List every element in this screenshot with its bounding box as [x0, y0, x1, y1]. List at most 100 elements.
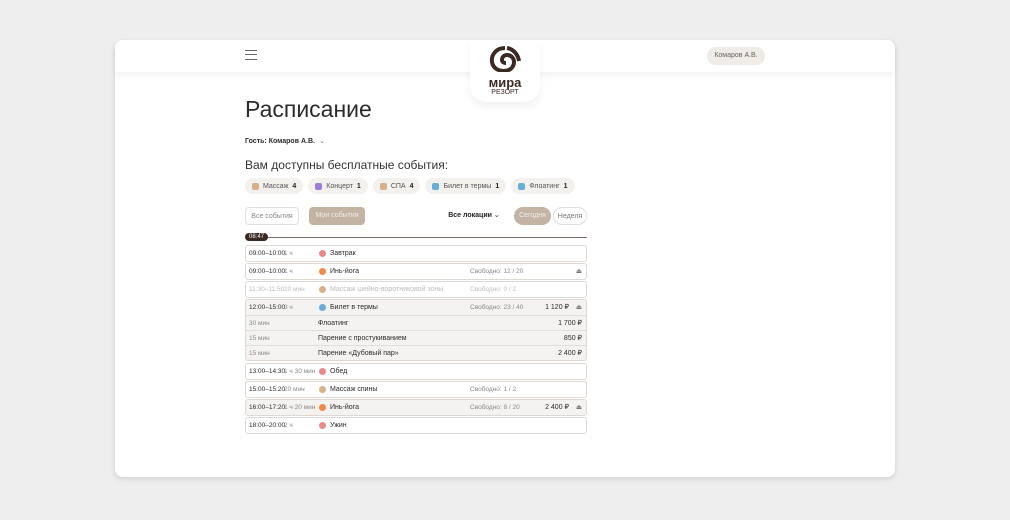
sub-event-row[interactable]: 30 мин Флоатинг 1 700 ₽ [246, 315, 586, 330]
sub-event-price: 1 700 ₽ [558, 320, 582, 327]
guest-select[interactable]: Гость: Комаров А.В. ⌄ [245, 137, 325, 145]
event-name: Завтрак [330, 250, 356, 257]
sub-event-duration: 30 мин [249, 320, 270, 327]
my-events-button[interactable]: Мои события [309, 207, 365, 225]
event-time: 13:00–14:30 [249, 368, 286, 375]
pool-icon [319, 304, 326, 311]
logo-text: мира [488, 75, 522, 90]
event-duration: 2 ч [284, 422, 293, 429]
sub-event-name: Парение «Дубовый пар» [318, 350, 399, 357]
food-icon [319, 368, 326, 375]
event-availability: Свободно: 0 / 2 [470, 286, 517, 293]
sub-event-duration: 15 мин [249, 350, 270, 357]
chip-label: Флоатинг [529, 182, 560, 190]
sub-event-duration: 15 мин [249, 335, 270, 342]
locations-select[interactable]: Все локации ⌄ [445, 207, 503, 225]
schedule-row[interactable]: 13:00–14:30 1 ч 30 мин Обед [245, 363, 587, 380]
food-icon [319, 422, 326, 429]
free-event-chip[interactable]: Массаж 4 [245, 178, 304, 194]
yoga-icon [319, 404, 326, 411]
event-duration: 1 ч 30 мин [284, 368, 316, 375]
event-duration: 20 мин [284, 386, 305, 393]
schedule-row[interactable]: 09:00–10:00 1 ч Инь-йога Свободно: 12 / … [245, 263, 587, 280]
all-events-button[interactable]: Все события [245, 207, 299, 225]
free-events-title: Вам доступны бесплатные события: [245, 158, 449, 172]
logo-subtext: РЕЗОРТ [491, 89, 519, 96]
current-time-badge: 08:47 [245, 233, 269, 241]
event-name: Массаж спины [330, 386, 378, 393]
event-time: 15:00–15:20 [249, 386, 286, 393]
user-button[interactable]: Комаров А.В. [707, 47, 765, 65]
sub-event-name: Парение с простукиванием [318, 335, 407, 342]
sub-event-price: 2 400 ₽ [558, 350, 582, 357]
pool-icon [518, 182, 526, 190]
food-icon [319, 250, 326, 257]
pool-icon [432, 182, 440, 190]
location-icon: ⏏ [575, 268, 582, 275]
chip-label: Массаж [263, 182, 289, 190]
chip-count: 1 [356, 182, 361, 190]
sub-event-row[interactable]: 15 мин Парение с простукиванием 850 ₽ [246, 330, 586, 345]
event-duration: 20 мин [284, 286, 305, 293]
location-icon: ⏏ [575, 304, 582, 311]
schedule-row[interactable]: 18:00–20:00 2 ч Ужин [245, 417, 587, 434]
chip-count: 4 [409, 182, 414, 190]
schedule-row[interactable]: 15:00–15:20 20 мин Массаж спины Свободно… [245, 381, 587, 398]
current-time-line: 08:47 [245, 233, 587, 241]
event-availability: Свободно: 12 / 20 [470, 268, 524, 275]
page-title: Расписание [245, 96, 372, 122]
event-time: 09:00–10:00 [249, 268, 286, 275]
event-time: 16:00–17:20 [249, 404, 286, 411]
event-name: Инь-йога [330, 404, 359, 411]
menu-icon[interactable] [245, 50, 257, 60]
event-price: 2 400 ₽ [545, 404, 569, 411]
location-icon: ⏏ [575, 404, 582, 411]
event-availability: Свободно: 8 / 20 [470, 404, 520, 411]
free-event-chip[interactable]: Концерт 1 [308, 178, 368, 194]
sub-event-row[interactable]: 15 мин Парение «Дубовый пар» 2 400 ₽ [246, 345, 586, 360]
massage-icon [319, 286, 326, 293]
chip-count: 4 [292, 182, 297, 190]
chip-count: 1 [495, 182, 500, 190]
chip-label: СПА [390, 182, 406, 190]
sub-event-name: Флоатинг [318, 320, 349, 327]
massage-icon [379, 182, 387, 190]
free-event-chip[interactable]: СПА 4 [372, 178, 421, 194]
event-duration: 1 ч [284, 268, 293, 275]
free-events-list: Массаж 4 Концерт 1 СПА 4 Билет в термы 1 Флоатин… [245, 178, 575, 194]
event-duration: 1 ч 20 мин [284, 404, 316, 411]
sub-event-price: 850 ₽ [563, 335, 582, 342]
today-button[interactable]: Сегодня [514, 207, 551, 225]
massage-icon [319, 386, 326, 393]
event-duration: 3 ч [284, 304, 293, 311]
filters: Все события Мои события Все локации ⌄ Се… [245, 207, 587, 225]
week-button[interactable]: Неделя [553, 207, 587, 225]
event-name: Массаж шейно-воротниковой зоны [330, 286, 444, 293]
schedule-row[interactable]: 16:00–17:20 1 ч 20 мин Инь-йога Свободно… [245, 399, 587, 416]
logo-swirl-icon [489, 46, 521, 74]
schedule-row[interactable]: 12:00–15:00 3 ч Билет в термы Свободно: … [245, 299, 587, 361]
chip-label: Билет в термы [443, 182, 492, 190]
event-name: Обед [330, 368, 348, 375]
schedule-row[interactable]: 09:00–10:00 1 ч Завтрак [245, 245, 587, 262]
schedule-row[interactable]: 11:30–11:50 20 мин Массаж шейно-воротник… [245, 281, 587, 298]
event-name: Инь-йога [330, 268, 359, 275]
chevron-down-icon: ⌄ [318, 138, 325, 145]
locations-label: Все локации [448, 212, 492, 219]
free-event-chip[interactable]: Флоатинг 1 [511, 178, 575, 194]
free-event-chip[interactable]: Билет в термы 1 [425, 178, 507, 194]
yoga-icon [319, 268, 326, 275]
event-time: 09:00–10:00 [249, 250, 286, 257]
massage-icon [252, 182, 259, 190]
chip-label: Концерт [326, 182, 353, 190]
event-availability: Свободно: 23 / 40 [470, 304, 524, 311]
event-price: 1 120 ₽ [545, 304, 569, 311]
chip-count: 1 [563, 182, 568, 190]
chevron-down-icon: ⌄ [493, 212, 500, 219]
logo[interactable]: мира РЕЗОРТ [470, 40, 540, 102]
event-time: 18:00–20:00 [249, 422, 286, 429]
event-availability: Свободно: 1 / 2 [470, 386, 517, 393]
music-note-icon [315, 182, 323, 190]
event-name: Билет в термы [330, 304, 378, 311]
guest-label: Гость: Комаров А.В. [245, 138, 315, 145]
